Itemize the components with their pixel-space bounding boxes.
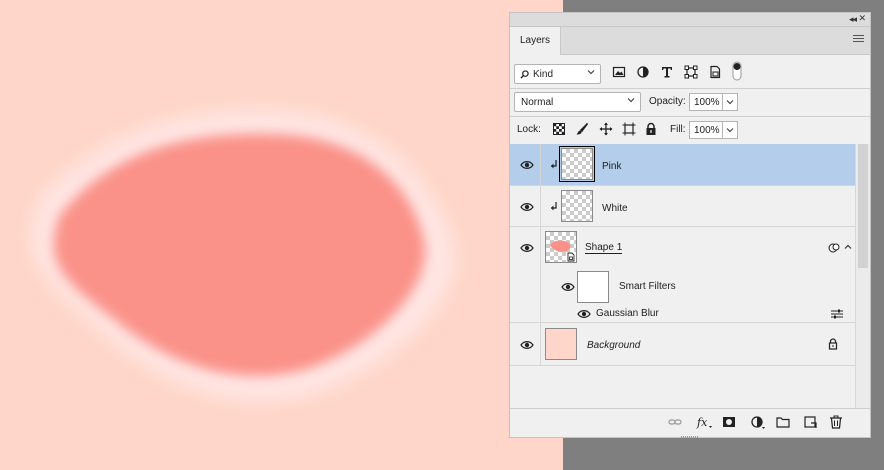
smart-filter-indicator-icon[interactable]: [828, 242, 840, 254]
layer-filter-row: Kind: [514, 61, 868, 85]
image-filter-icon[interactable]: [612, 65, 626, 79]
clipping-mask-icon: [550, 201, 558, 211]
layer-name[interactable]: Pink: [602, 161, 621, 172]
visibility-eye-icon[interactable]: [520, 243, 534, 253]
smart-filters-row[interactable]: Smart Filters: [510, 268, 855, 306]
layers-bottom-toolbar: fx: [510, 408, 870, 436]
fx-icon[interactable]: fx: [696, 415, 712, 429]
divider: [510, 88, 870, 89]
opacity-label: Opacity:: [649, 96, 686, 107]
layer-row-white[interactable]: White: [510, 186, 855, 227]
fill-value: 100%: [694, 125, 720, 136]
clipping-mask-icon: [550, 159, 558, 169]
filter-toggle-icon[interactable]: [732, 61, 742, 81]
layer-row-shape-1[interactable]: Shape 1: [510, 227, 855, 268]
gaussian-blur-label: Gaussian Blur: [596, 308, 659, 319]
visibility-eye-icon[interactable]: [520, 202, 534, 212]
lock-position-icon[interactable]: [599, 122, 613, 136]
layer-row-background[interactable]: Background: [510, 323, 855, 366]
adjustment-filter-icon[interactable]: [636, 65, 650, 79]
visibility-eye-icon[interactable]: [561, 282, 575, 292]
add-mask-icon[interactable]: [722, 415, 736, 429]
lock-label: Lock:: [517, 124, 541, 135]
blend-mode-select[interactable]: Normal: [514, 92, 641, 112]
canvas-blob-shape: [31, 110, 456, 402]
visibility-eye-icon[interactable]: [577, 309, 591, 319]
tab-layers[interactable]: Layers: [510, 27, 561, 55]
layer-row-pink[interactable]: Pink: [510, 144, 855, 186]
lock-artboard-icon[interactable]: [622, 122, 636, 136]
search-icon: [520, 70, 529, 79]
divider: [540, 186, 541, 226]
layers-panel: ◂◂ ✕ Layers Kind Normal Opacity: 100% Lo…: [509, 12, 871, 438]
lock-row: Lock: Fill: 100%: [514, 120, 868, 142]
layer-thumbnail[interactable]: [559, 146, 595, 182]
new-group-icon[interactable]: [776, 415, 790, 429]
divider: [540, 268, 541, 306]
scrollbar-thumb[interactable]: [858, 144, 868, 268]
svg-text:fx: fx: [696, 416, 708, 429]
visibility-eye-icon[interactable]: [520, 160, 534, 170]
layer-name[interactable]: Shape 1: [585, 242, 623, 254]
chevron-down-icon: [726, 100, 734, 105]
panel-tab-bar: Layers: [510, 27, 870, 55]
chevron-down-icon: [627, 96, 635, 104]
fill-label: Fill:: [670, 124, 686, 135]
filter-kind-label: Kind: [533, 69, 554, 80]
layer-name[interactable]: White: [602, 203, 628, 214]
layers-scrollbar[interactable]: [855, 144, 870, 408]
lock-all-icon[interactable]: [644, 122, 658, 136]
divider: [540, 306, 541, 322]
collapse-panel-icon[interactable]: ◂◂: [849, 14, 857, 25]
opacity-input[interactable]: 100%: [689, 93, 723, 111]
layer-thumbnail[interactable]: [561, 190, 593, 222]
adjustment-layer-icon[interactable]: [750, 415, 766, 429]
fill-dropdown[interactable]: [723, 121, 738, 139]
layer-thumbnail[interactable]: [545, 231, 577, 263]
layers-list: Pink White Shape 1 Smart Filters Gaussia…: [510, 144, 855, 408]
panel-menu-icon[interactable]: [853, 35, 864, 44]
layer-thumbnail[interactable]: [545, 328, 577, 360]
divider: [540, 323, 541, 365]
lock-icon: [828, 338, 838, 350]
document-canvas[interactable]: [0, 0, 563, 470]
gaussian-blur-row[interactable]: Gaussian Blur: [510, 306, 855, 323]
lock-transparent-pixels-icon[interactable]: [552, 122, 566, 136]
chevron-down-icon: [726, 128, 734, 133]
lock-image-pixels-icon[interactable]: [575, 122, 589, 136]
delete-layer-icon[interactable]: [829, 415, 843, 429]
type-filter-icon[interactable]: [660, 65, 674, 79]
blend-mode-value: Normal: [521, 97, 554, 108]
tab-layers-label: Layers: [520, 35, 551, 46]
fill-input[interactable]: 100%: [689, 121, 723, 139]
chevron-up-icon[interactable]: [844, 243, 852, 251]
close-panel-icon[interactable]: ✕: [858, 13, 866, 24]
link-layers-icon[interactable]: [668, 415, 682, 429]
smart-filters-label: Smart Filters: [619, 281, 676, 292]
opacity-value: 100%: [694, 97, 720, 108]
resize-grip[interactable]: [510, 436, 870, 438]
opacity-dropdown[interactable]: [723, 93, 738, 111]
divider: [540, 144, 541, 185]
filter-kind-select[interactable]: Kind: [514, 64, 601, 84]
smart-object-badge-icon: [566, 252, 576, 262]
shape-filter-icon[interactable]: [684, 65, 698, 79]
panel-header-bar[interactable]: ◂◂ ✕: [510, 13, 870, 27]
smart-filter-mask-thumbnail[interactable]: [577, 271, 609, 303]
layer-name[interactable]: Background: [587, 340, 640, 351]
visibility-eye-icon[interactable]: [520, 340, 534, 350]
smart-object-filter-icon[interactable]: [708, 65, 722, 79]
blend-row: Normal Opacity: 100%: [514, 92, 868, 114]
new-layer-icon[interactable]: [803, 415, 817, 429]
divider: [510, 116, 870, 117]
blending-options-icon[interactable]: [830, 308, 844, 320]
chevron-down-icon: [587, 68, 595, 76]
divider: [540, 227, 541, 268]
